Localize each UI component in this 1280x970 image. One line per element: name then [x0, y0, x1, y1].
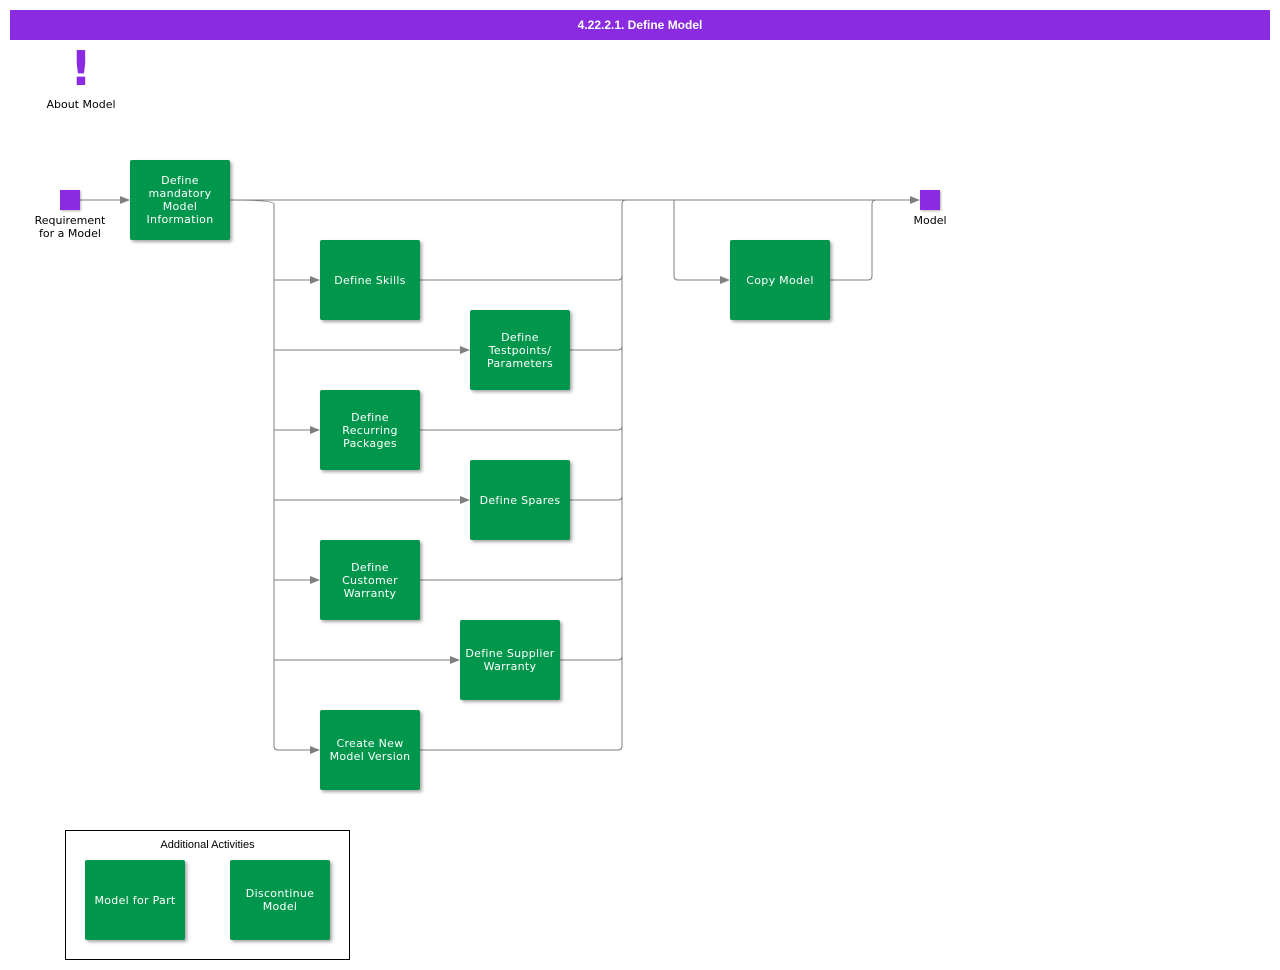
edge-from-copy — [830, 199, 877, 281]
edge-from-customer-warranty — [420, 575, 623, 581]
activity-create-new-model-version[interactable]: Create New Model Version — [320, 710, 420, 790]
activity-define-testpoints-parameters[interactable]: Define Testpoints/ Parameters — [470, 310, 570, 390]
edge-from-skills — [420, 275, 623, 281]
activity-define-spares[interactable]: Define Spares — [470, 460, 570, 540]
activity-define-supplier-warranty[interactable]: Define Supplier Warranty — [460, 620, 560, 700]
activity-discontinue-model[interactable]: Discontinue Model — [230, 860, 330, 940]
edge-from-recurring — [420, 425, 623, 431]
start-node[interactable] — [60, 190, 80, 210]
edge-split-vertical — [229, 199, 279, 751]
activity-define-mandatory-model-information[interactable]: Define mandatory Model Information — [130, 160, 230, 240]
activity-copy-model[interactable]: Copy Model — [730, 240, 830, 320]
activity-define-skills[interactable]: Define Skills — [320, 240, 420, 320]
end-node[interactable] — [920, 190, 940, 210]
activity-define-recurring-packages[interactable]: Define Recurring Packages — [320, 390, 420, 470]
end-node-label: Model — [913, 214, 947, 227]
start-node-label: Requirement for a Model — [34, 214, 106, 240]
activity-model-for-part[interactable]: Model for Part — [85, 860, 185, 940]
activity-define-customer-warranty[interactable]: Define Customer Warranty — [320, 540, 420, 620]
edge-from-testpoints — [570, 345, 623, 351]
edge-to-copy — [673, 200, 730, 284]
edge-merge-vertical — [617, 199, 627, 751]
edge-from-supplier-warranty — [560, 655, 623, 661]
connector-lines — [80, 196, 920, 754]
additional-activities-title: Additional Activities — [160, 839, 255, 851]
edge-from-spares — [570, 495, 623, 501]
